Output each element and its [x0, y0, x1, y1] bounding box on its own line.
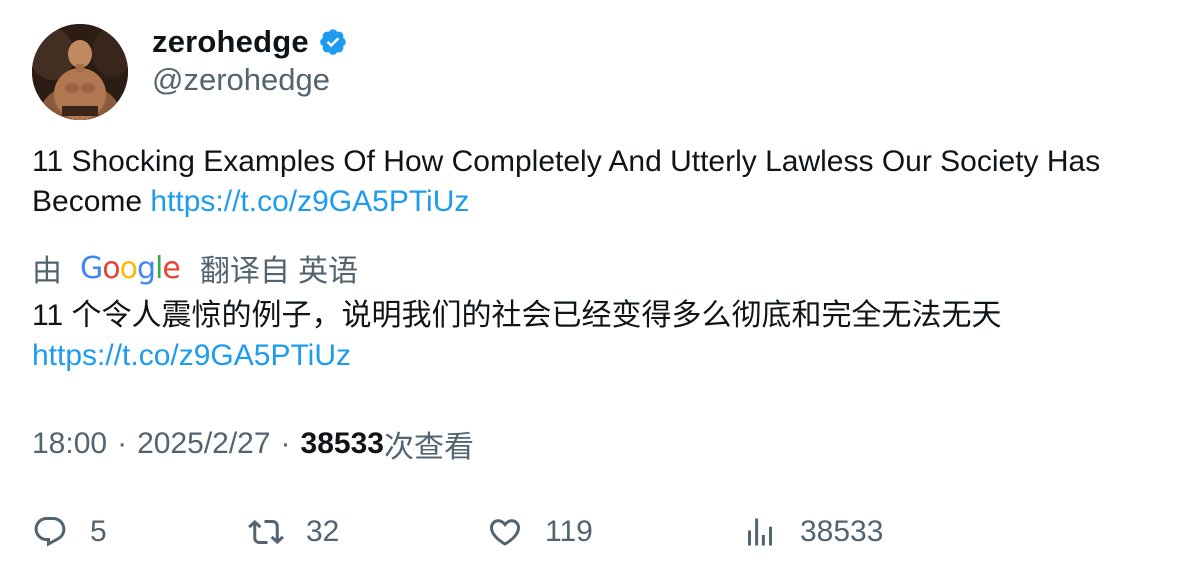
meta-separator: · [280, 427, 291, 460]
views-bar-chart-icon [748, 518, 772, 546]
retweet-count: 32 [306, 515, 340, 548]
like-button[interactable]: 119 [487, 508, 593, 556]
translated-from-label: 翻译自 英语 [199, 255, 359, 288]
reply-icon [34, 517, 66, 547]
verified-badge-icon[interactable] [318, 27, 348, 57]
action-bar: 5 32 119 38533 [32, 508, 1152, 556]
avatar[interactable] [32, 24, 128, 120]
like-count: 119 [545, 515, 593, 548]
heart-icon [489, 519, 521, 546]
translated-text: 11 个令人震惊的例子，说明我们的社会已经变得多么彻底和完全无法无天 https… [32, 296, 1152, 376]
views-button[interactable]: 38533 [742, 508, 883, 556]
display-name-row: zerohedge [152, 22, 348, 62]
views-action-count: 38533 [800, 515, 884, 548]
tweet-date[interactable]: 2025/2/27 [137, 427, 270, 461]
user-handle[interactable]: @zerohedge [152, 62, 330, 98]
avatar-image [32, 24, 128, 120]
tweet-link[interactable]: https://t.co/z9GA5PTiUz [150, 185, 469, 218]
display-name[interactable]: zerohedge [152, 24, 309, 60]
views-count: 38533 [300, 427, 384, 460]
translation-attribution: 由 Google 翻译自 英语 [32, 246, 358, 290]
tweet-text: 11 Shocking Examples Of How Completely A… [32, 142, 1152, 222]
translated-by-label: 由 [32, 255, 62, 288]
tweet-meta: 18:00 · 2025/2/27 · 38533 次查看 [32, 424, 474, 464]
reply-button[interactable]: 5 [32, 508, 107, 556]
translated-link[interactable]: https://t.co/z9GA5PTiUz [32, 339, 351, 372]
reply-count: 5 [90, 515, 107, 548]
translated-body: 11 个令人震惊的例子，说明我们的社会已经变得多么彻底和完全无法无天 [32, 299, 1002, 332]
views-label: 次查看 [383, 431, 474, 464]
meta-separator: · [117, 427, 128, 460]
tweet-time[interactable]: 18:00 [32, 427, 107, 461]
retweet-button[interactable]: 32 [248, 508, 339, 556]
retweet-icon [248, 519, 284, 545]
google-logo[interactable]: Google [80, 251, 181, 286]
